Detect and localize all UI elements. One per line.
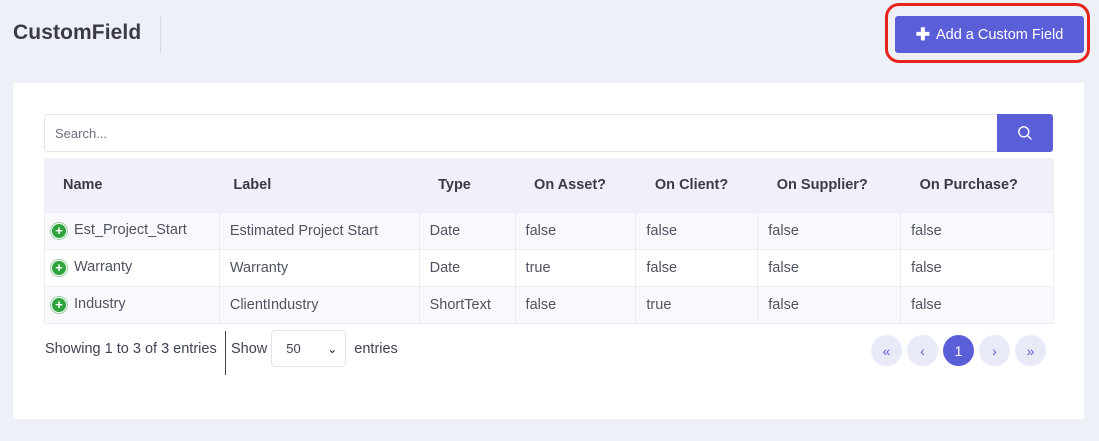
next-page-button[interactable]: › [979, 335, 1010, 366]
table-row: + Est_Project_Start Estimated Project Sta… [44, 211, 1054, 249]
column-header-type[interactable]: Type [419, 158, 515, 212]
table-row: + Industry ClientIndustry ShortText false… [44, 285, 1054, 324]
on-client-cell: true [635, 285, 759, 324]
on-supplier-cell: false [757, 285, 902, 324]
search-button[interactable] [997, 114, 1053, 152]
on-purchase-cell: false [900, 285, 1054, 324]
plus-icon: ✚ [915, 25, 930, 44]
show-label: Show [231, 340, 268, 357]
field-name: Warranty [74, 259, 133, 276]
on-supplier-cell: false [757, 211, 902, 249]
pagination: « ‹ 1 › » [871, 335, 1046, 366]
table-header-row: Name Label Type On Asset? On Client? On … [44, 158, 1054, 212]
on-supplier-cell: false [757, 248, 902, 286]
on-purchase-cell: false [900, 248, 1054, 286]
title-divider [160, 15, 161, 53]
custom-fields-table: Name Label Type On Asset? On Client? On … [44, 158, 1054, 324]
type-cell: ShortText [419, 285, 516, 324]
column-header-label[interactable]: Label [219, 158, 419, 212]
column-header-on-supplier[interactable]: On Supplier? [758, 158, 901, 212]
current-page-button[interactable]: 1 [943, 335, 974, 366]
previous-page-button[interactable]: ‹ [907, 335, 938, 366]
on-asset-cell: false [515, 211, 637, 249]
field-name: Est_Project_Start [74, 222, 187, 239]
on-client-cell: false [635, 248, 759, 286]
page-size-value: 50 [286, 341, 301, 356]
label-cell: Warranty [219, 248, 420, 286]
type-cell: Date [419, 211, 516, 249]
name-cell: + Industry [44, 285, 220, 324]
add-custom-field-button[interactable]: ✚ Add a Custom Field [895, 16, 1084, 53]
expand-row-icon[interactable]: + [51, 259, 67, 276]
search-icon [1018, 126, 1032, 140]
name-cell: + Est_Project_Start [44, 211, 220, 249]
name-cell: + Warranty [44, 248, 220, 286]
on-asset-cell: true [515, 248, 637, 286]
column-header-on-purchase[interactable]: On Purchase? [901, 158, 1054, 212]
column-header-on-client[interactable]: On Client? [636, 158, 758, 212]
label-cell: Estimated Project Start [219, 211, 420, 249]
chevron-down-icon: ⌄ [327, 341, 338, 356]
page-size-control: Show 50 ⌄ entries [231, 330, 398, 367]
search-input[interactable] [44, 114, 997, 152]
table-row: + Warranty Warranty Date true false false… [44, 248, 1054, 286]
expand-row-icon[interactable]: + [51, 296, 67, 313]
search-bar [44, 114, 1053, 152]
first-page-button[interactable]: « [871, 335, 902, 366]
column-header-name[interactable]: Name [45, 158, 220, 212]
label-cell: ClientIndustry [219, 285, 420, 324]
column-header-on-asset[interactable]: On Asset? [515, 158, 636, 212]
field-name: Industry [74, 296, 126, 313]
top-bar: CustomField ✚ Add a Custom Field [0, 0, 1099, 70]
page-size-select[interactable]: 50 ⌄ [271, 330, 347, 367]
on-asset-cell: false [515, 285, 637, 324]
page-title: CustomField [13, 21, 142, 44]
entries-info: Showing 1 to 3 of 3 entries [45, 341, 217, 357]
type-cell: Date [419, 248, 516, 286]
add-button-label: Add a Custom Field [935, 26, 1064, 43]
entries-label: entries [354, 340, 398, 357]
footer-divider [225, 331, 226, 375]
on-purchase-cell: false [900, 211, 1054, 249]
on-client-cell: false [635, 211, 759, 249]
expand-row-icon[interactable]: + [51, 222, 67, 239]
main-card: Name Label Type On Asset? On Client? On … [13, 83, 1084, 419]
last-page-button[interactable]: » [1015, 335, 1046, 366]
